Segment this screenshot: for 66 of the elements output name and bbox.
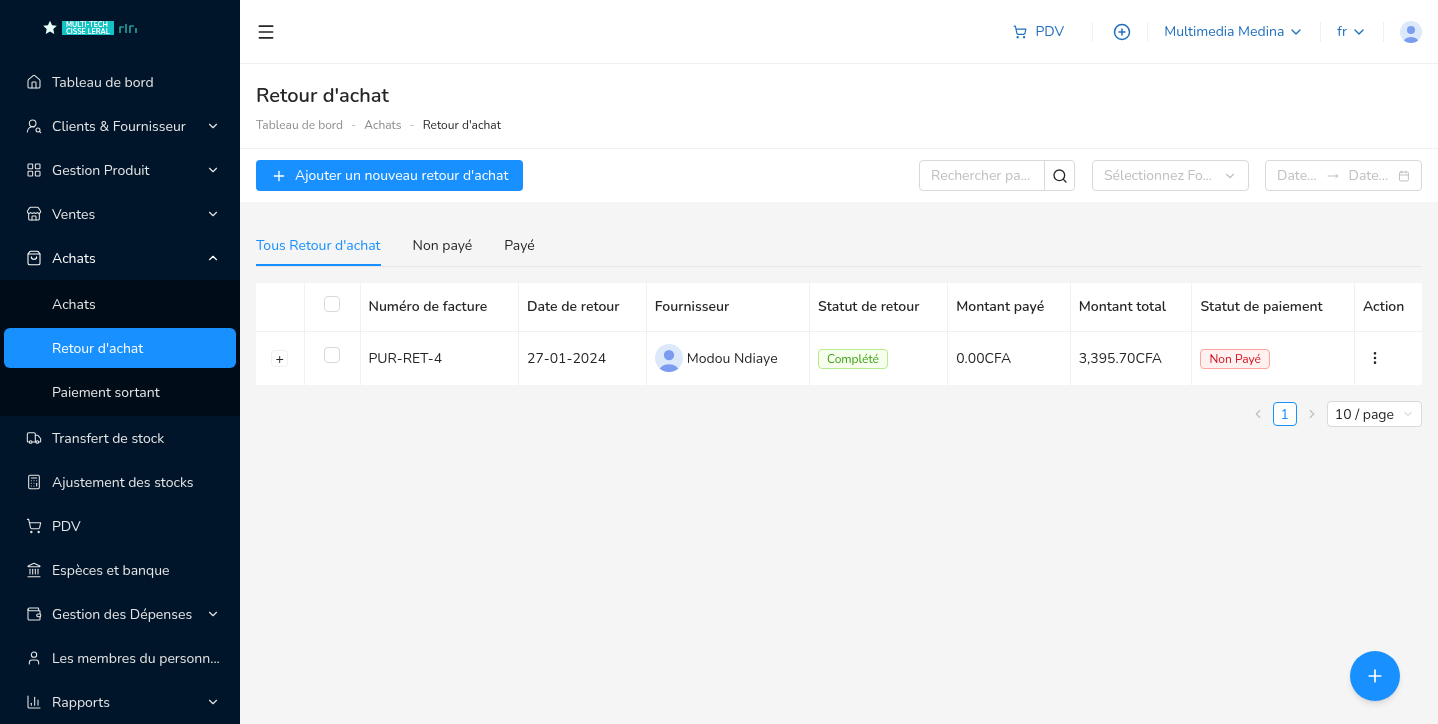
supplier-name: Modou Ndiaye: [686, 347, 778, 369]
search-icon: [1051, 167, 1068, 184]
grid-icon: [26, 162, 42, 178]
page-size-select[interactable]: 10 / page: [1326, 401, 1422, 427]
sidebar-item[interactable]: Transfert de stock: [0, 416, 240, 460]
sidebar-item[interactable]: Clients & Fournisseur: [0, 104, 240, 148]
bank-icon: [26, 562, 42, 578]
column-header: Statut de retour: [809, 283, 948, 331]
sidebar-item[interactable]: Gestion Produit: [0, 148, 240, 192]
floating-add-button[interactable]: [1350, 651, 1400, 701]
amount-paid: 0.00CFA: [956, 348, 1012, 368]
amount-total: 3,395.70CFA: [1078, 348, 1162, 368]
truck-icon: [26, 430, 42, 446]
invoice-number: PUR-RET-4: [368, 348, 443, 368]
bag-icon: [26, 250, 42, 266]
column-header: Numéro de facture: [360, 283, 519, 331]
cart-icon: [1013, 24, 1028, 39]
chart-icon: [26, 694, 42, 710]
submenu-item[interactable]: Achats: [4, 284, 236, 324]
tab[interactable]: Non payé: [412, 226, 473, 266]
column-header: Montant payé: [947, 283, 1071, 331]
return-date: 27-01-2024: [527, 348, 607, 368]
pos-button[interactable]: PDV: [1005, 21, 1073, 42]
calendar-icon: [1398, 168, 1410, 183]
language-selector[interactable]: fr: [1337, 21, 1367, 42]
star-icon: [42, 20, 58, 36]
store-icon: [26, 206, 42, 222]
sidebar-item[interactable]: Ajustement des stocks: [0, 460, 240, 504]
breadcrumb-link[interactable]: Achats: [364, 116, 402, 134]
search-box[interactable]: Rechercher pa...: [919, 160, 1075, 191]
sidebar-item[interactable]: Achats: [0, 236, 240, 280]
sidebar-item[interactable]: Tableau de bord: [0, 60, 240, 104]
sidebar-item[interactable]: PDV: [0, 504, 240, 548]
page-title: Retour d'achat: [256, 82, 390, 110]
store-selector[interactable]: Multimedia Medina: [1164, 21, 1305, 42]
users-icon: [26, 118, 42, 134]
breadcrumb-separator: -: [351, 116, 357, 134]
sidebar-item[interactable]: Gestion des Dépenses: [0, 592, 240, 636]
supplier-avatar: [654, 344, 683, 373]
status-tag: Non Payé: [1200, 348, 1270, 369]
column-header: Action: [1354, 283, 1422, 331]
column-header: Montant total: [1070, 283, 1192, 331]
home-icon: [26, 74, 42, 90]
column-header: Statut de paiement: [1191, 283, 1355, 331]
search-field[interactable]: Rechercher pa...: [920, 165, 1044, 186]
submenu-item[interactable]: Paiement sortant: [4, 372, 236, 412]
add-icon[interactable]: [1113, 22, 1132, 41]
sidebar-item[interactable]: Rapports: [0, 680, 240, 724]
circuit-icon: [117, 22, 138, 34]
user-icon: [26, 650, 42, 666]
checkbox[interactable]: [324, 295, 340, 312]
sidebar-item[interactable]: Ventes: [0, 192, 240, 236]
calculator-icon: [26, 474, 42, 490]
status-tag: Complété: [818, 348, 888, 369]
sidebar-item[interactable]: Espèces et banque: [0, 548, 240, 592]
avatar[interactable]: [1400, 20, 1422, 43]
column-header: Fournisseur: [646, 283, 810, 331]
expand-button[interactable]: +: [271, 350, 289, 368]
breadcrumb-separator: -: [409, 116, 415, 134]
breadcrumb-link[interactable]: Tableau de bord: [256, 116, 344, 134]
wallet-icon: [26, 606, 42, 622]
cart-icon: [26, 518, 42, 534]
checkbox[interactable]: [324, 347, 340, 364]
column-header: Date de retour: [518, 283, 647, 331]
tab[interactable]: Payé: [504, 226, 535, 266]
sidebar-item[interactable]: Les membres du personn...: [0, 636, 240, 680]
